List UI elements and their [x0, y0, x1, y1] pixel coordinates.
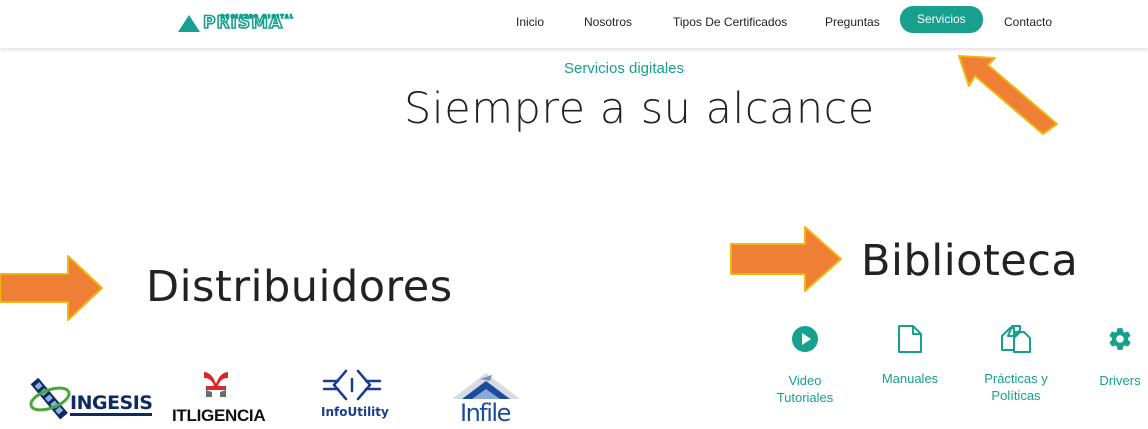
gear-icon	[1109, 328, 1131, 350]
nav-item-contacto[interactable]: Contacto	[1004, 11, 1052, 33]
library-item-practicas-y-politicas[interactable]: Prácticas y Políticas	[966, 324, 1066, 404]
infile-name: Infile	[460, 399, 511, 427]
library-label-line2: Tutoriales	[776, 390, 834, 405]
library-item-label: Manuales	[874, 370, 946, 387]
library-label-line2: Políticas	[991, 388, 1041, 403]
library-item-drivers[interactable]: Drivers	[1094, 326, 1146, 389]
nav-item-servicios[interactable]: Servicios	[900, 6, 983, 33]
partner-logo-infoutility[interactable]: InfoUtility	[318, 369, 398, 425]
library-label-line1: Prácticas y	[984, 371, 1048, 386]
library-label-line1: Drivers	[1099, 373, 1141, 388]
copy-documents-icon	[1001, 325, 1031, 353]
library-item-manuales[interactable]: Manuales	[874, 324, 946, 387]
library-item-label: Drivers	[1094, 372, 1146, 389]
ingesis-name: INGESIS	[70, 392, 153, 416]
nav-item-inicio[interactable]: Inicio	[516, 11, 544, 33]
annotation-arrow-distribuidores	[0, 255, 103, 321]
play-circle-icon	[792, 326, 818, 352]
document-icon	[898, 325, 922, 353]
itligencia-name: ITLIGENCIA	[172, 406, 266, 425]
partner-logo-infile[interactable]: Infile	[448, 369, 528, 427]
logo-subtitle: REGISTRO DIGITAL	[220, 13, 295, 20]
infoutility-mark-icon	[322, 369, 382, 401]
partner-logo-ingesis[interactable]: INGESIS	[28, 373, 153, 423]
logo-wordmark: REGISTRO DIGITAL PRISMA	[202, 13, 293, 32]
biblioteca-title: Biblioteca	[861, 236, 1079, 286]
nav-item-tipos-de-certificados[interactable]: Tipos De Certificados	[673, 11, 787, 33]
infoutility-name: InfoUtility	[321, 405, 389, 419]
library-item-label: Prácticas y Políticas	[966, 370, 1066, 404]
nav-item-preguntas[interactable]: Preguntas	[825, 11, 880, 33]
hero-title: Siempre a su alcance	[404, 84, 875, 134]
itligencia-mark-icon	[204, 372, 228, 397]
library-item-video-tutoriales[interactable]: Video Tutoriales	[763, 326, 847, 406]
ingesis-mark-icon	[29, 377, 71, 420]
library-label-line1: Manuales	[881, 371, 939, 386]
infile-mark-icon	[452, 373, 520, 399]
partner-logo-itligencia[interactable]: ITLIGENCIA	[172, 370, 282, 426]
top-navbar: REGISTRO DIGITAL PRISMA Inicio Nosotros …	[0, 0, 1148, 48]
prisma-logo[interactable]: REGISTRO DIGITAL PRISMA	[178, 10, 294, 32]
nav-item-nosotros[interactable]: Nosotros	[584, 11, 632, 33]
annotation-arrow-biblioteca	[730, 226, 842, 292]
library-item-label: Video Tutoriales	[763, 372, 847, 406]
distribuidores-title: Distribuidores	[146, 262, 453, 312]
annotation-arrow-servicios	[958, 55, 1058, 135]
library-label-line1: Video	[788, 373, 822, 388]
logo-triangle-icon	[178, 15, 200, 32]
